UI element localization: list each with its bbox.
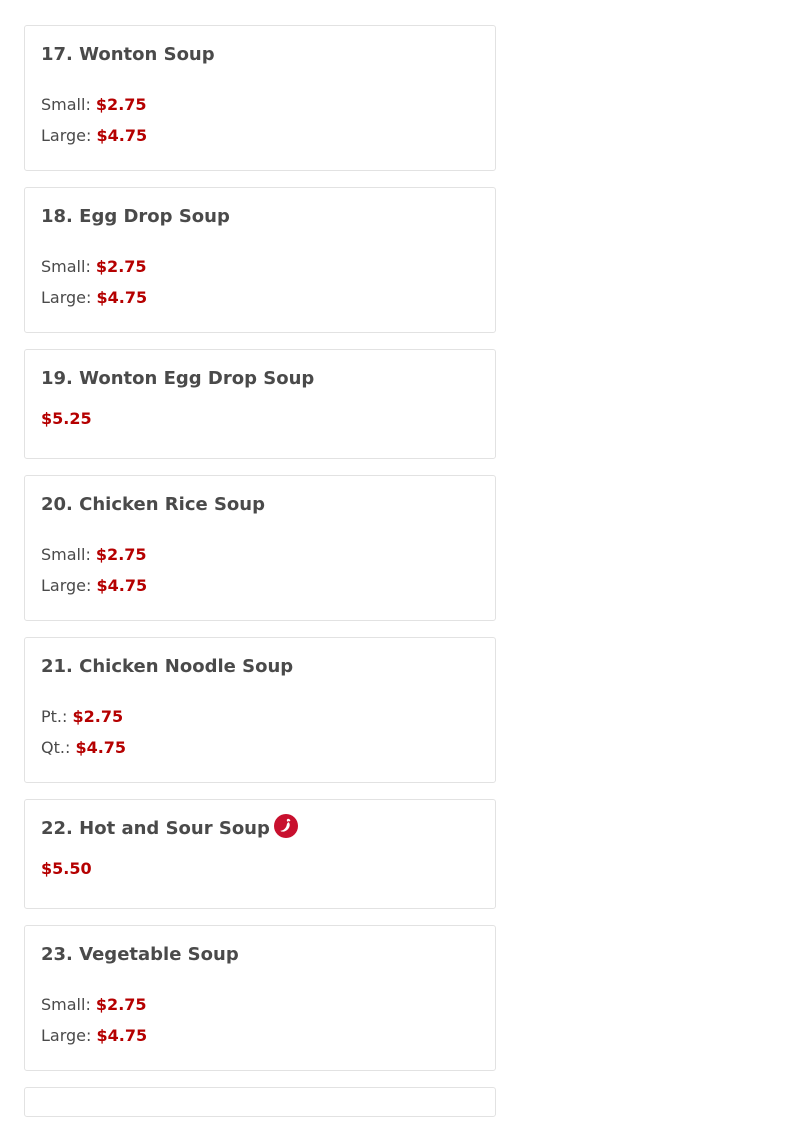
price-label: Small:: [41, 95, 91, 114]
price-label: Large:: [41, 1026, 92, 1045]
price-value: $4.75: [96, 1026, 148, 1045]
price-value: $2.75: [95, 545, 147, 564]
menu-item-list: 17. Wonton Soup Small: $2.75 Large: $4.7…: [24, 25, 496, 1133]
spicy-icon: [273, 814, 298, 838]
menu-item-title: 20. Chicken Rice Soup: [41, 494, 265, 515]
menu-item-card[interactable]: 17. Wonton Soup Small: $2.75 Large: $4.7…: [24, 25, 496, 171]
menu-item-title: 19. Wonton Egg Drop Soup: [41, 368, 315, 389]
price-label: Small:: [41, 545, 91, 564]
price-row: $5.50: [41, 859, 479, 890]
price-value: $4.75: [75, 738, 127, 757]
price-row: Small: $2.75: [41, 257, 479, 288]
price-row: Large: $4.75: [41, 576, 479, 607]
price-row: Pt.: $2.75: [41, 707, 479, 738]
price-row: $5.25: [41, 409, 479, 440]
price-row: Small: $2.75: [41, 545, 479, 576]
price-row: Large: $4.75: [41, 126, 479, 157]
price-row: Large: $4.75: [41, 1026, 479, 1057]
price-list: Small: $2.75 Large: $4.75: [41, 257, 479, 319]
price-list: Small: $2.75 Large: $4.75: [41, 995, 479, 1057]
price-value: $4.75: [96, 126, 148, 145]
price-value: $2.75: [72, 707, 124, 726]
price-list: Small: $2.75 Large: $4.75: [41, 545, 479, 607]
price-label: Large:: [41, 576, 92, 595]
menu-item-card[interactable]: 22. Hot and Sour Soup $5.50: [24, 799, 496, 909]
menu-item-title: 23. Vegetable Soup: [41, 944, 239, 965]
price-value: $5.25: [41, 409, 92, 428]
menu-item-title-row: 22. Hot and Sour Soup: [41, 814, 479, 841]
price-row: Small: $2.75: [41, 95, 479, 126]
price-label: Pt.:: [41, 707, 68, 726]
price-row: Large: $4.75: [41, 288, 479, 319]
price-list: $5.25: [41, 409, 479, 440]
price-value: $2.75: [95, 995, 147, 1014]
menu-item-card[interactable]: 19. Wonton Egg Drop Soup $5.25: [24, 349, 496, 459]
menu-item-title: 22. Hot and Sour Soup: [41, 818, 270, 839]
menu-item-title: 21. Chicken Noodle Soup: [41, 656, 294, 677]
price-list: Pt.: $2.75 Qt.: $4.75: [41, 707, 479, 769]
price-row: Small: $2.75: [41, 995, 479, 1026]
price-value: $4.75: [96, 576, 148, 595]
price-label: Large:: [41, 126, 92, 145]
menu-item-card[interactable]: 18. Egg Drop Soup Small: $2.75 Large: $4…: [24, 187, 496, 333]
menu-item-card[interactable]: 20. Chicken Rice Soup Small: $2.75 Large…: [24, 475, 496, 621]
menu-item-title: 17. Wonton Soup: [41, 44, 215, 65]
menu-item-card[interactable]: 21. Chicken Noodle Soup Pt.: $2.75 Qt.: …: [24, 637, 496, 783]
price-value: $4.75: [96, 288, 148, 307]
price-label: Small:: [41, 257, 91, 276]
price-row: Qt.: $4.75: [41, 738, 479, 769]
price-value: $2.75: [95, 257, 147, 276]
price-value: $5.50: [41, 859, 92, 878]
price-label: Qt.:: [41, 738, 71, 757]
menu-item-card[interactable]: [24, 1087, 496, 1117]
price-label: Large:: [41, 288, 92, 307]
price-value: $2.75: [95, 95, 147, 114]
price-label: Small:: [41, 995, 91, 1014]
menu-item-title: 18. Egg Drop Soup: [41, 206, 230, 227]
price-list: $5.50: [41, 859, 479, 890]
price-list: Small: $2.75 Large: $4.75: [41, 95, 479, 157]
menu-item-card[interactable]: 23. Vegetable Soup Small: $2.75 Large: $…: [24, 925, 496, 1071]
